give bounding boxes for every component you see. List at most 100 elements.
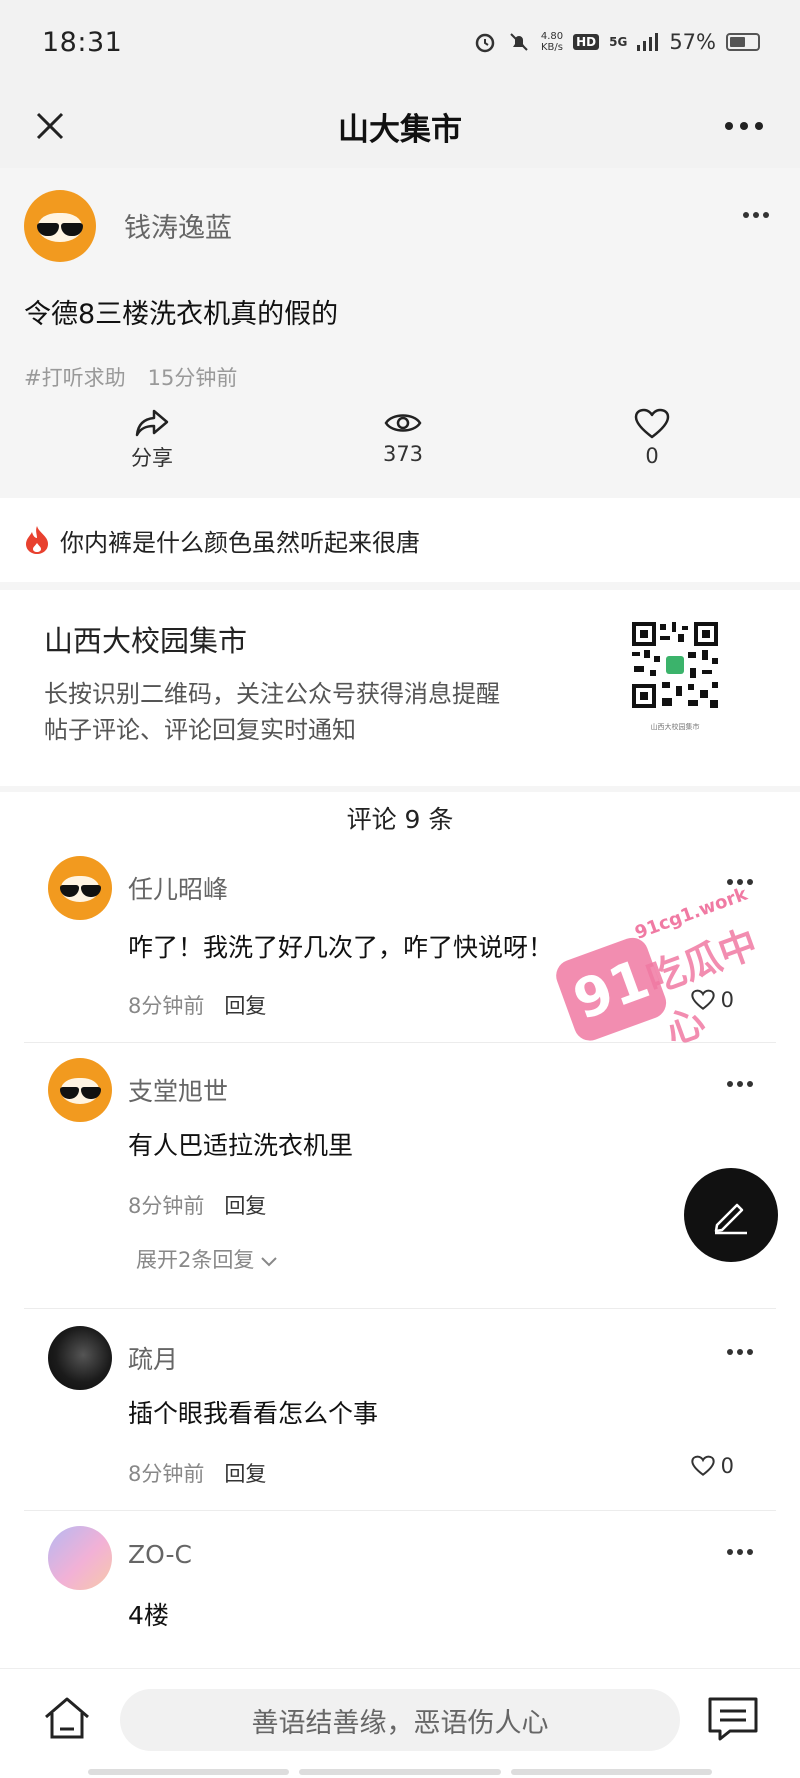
battery-icon: [726, 33, 760, 51]
avatar[interactable]: [48, 856, 112, 920]
comment-more-button[interactable]: [726, 1334, 754, 1362]
status-bar: 18:31 4.80 KB/s HD 5G 57%: [0, 0, 800, 84]
post-meta: #打听求助 15分钟前: [24, 362, 237, 392]
comment-time: 8分钟前: [128, 1462, 205, 1486]
comments-count: 评论 9 条: [346, 805, 454, 834]
reply-button[interactable]: 回复: [224, 1190, 266, 1220]
comment-input[interactable]: 善语结善缘，恶语伤人心: [120, 1689, 680, 1751]
qr-code-icon[interactable]: [630, 620, 720, 710]
page-title: 山大集市: [338, 111, 462, 148]
comment-more-button[interactable]: [726, 1534, 754, 1562]
divider: [0, 582, 800, 590]
share-button[interactable]: 分享: [92, 408, 212, 472]
share-label: 分享: [131, 446, 173, 470]
comment-text: 有人巴适拉洗衣机里: [128, 1131, 354, 1160]
pencil-icon: [714, 1203, 747, 1235]
comment-author[interactable]: 任儿昭峰: [128, 870, 228, 906]
post-card: 钱涛逸蓝 令德8三楼洗衣机真的假的 #打听求助 15分钟前 分享 373 0: [0, 168, 800, 498]
divider: [0, 786, 800, 792]
comment-divider: [24, 1510, 776, 1511]
comment-divider: [24, 1308, 776, 1309]
top-nav: 山大集市: [0, 84, 800, 168]
post-tag[interactable]: #打听求助: [24, 362, 126, 392]
comment-time: 8分钟前: [128, 1194, 205, 1218]
heart-icon: [690, 1455, 715, 1476]
more-button[interactable]: [718, 102, 770, 150]
more-icon: [727, 1349, 753, 1355]
avatar[interactable]: [24, 190, 96, 262]
post-author[interactable]: 钱涛逸蓝: [124, 206, 232, 245]
status-time: 18:31: [42, 26, 123, 58]
comment-more-button[interactable]: [726, 1066, 754, 1094]
comment-likes: 0: [720, 988, 734, 1012]
more-icon: [727, 1549, 753, 1555]
chat-icon[interactable]: [706, 1693, 760, 1745]
avatar[interactable]: [48, 1326, 112, 1390]
comment-meta: 8分钟前 回复: [128, 990, 266, 1020]
bottom-bar: 善语结善缘，恶语伤人心: [0, 1668, 800, 1778]
comment-item: ZO-C 4楼: [0, 1526, 800, 1656]
post-time: 15分钟前: [147, 366, 238, 390]
comment-item: 疏月 插个眼我看看怎么个事 8分钟前 回复 0: [0, 1326, 800, 1506]
hot-topic-text: 你内裤是什么颜色虽然听起来很唐: [60, 528, 420, 557]
avatar[interactable]: [48, 1058, 112, 1122]
post-actions: 分享 373 0: [0, 408, 800, 488]
comment-divider: [24, 1042, 776, 1043]
comment-more-button[interactable]: [726, 864, 754, 892]
more-icon: [725, 122, 763, 130]
promo-line-2: 帖子评论、评论回复实时通知: [44, 716, 356, 744]
alarm-icon: [475, 33, 495, 53]
more-icon: [727, 1081, 753, 1087]
share-icon: [135, 409, 169, 437]
comment-text: 咋了！我洗了好几次了，咋了快说呀！: [128, 933, 554, 962]
scroll-indicator: [88, 1769, 712, 1775]
comment-time: 8分钟前: [128, 994, 205, 1018]
eye-icon: [384, 414, 422, 432]
close-icon: [36, 112, 64, 140]
comment-text: 4楼: [128, 1601, 169, 1630]
reply-button[interactable]: 回复: [224, 990, 266, 1020]
post-title: 令德8三楼洗衣机真的假的: [24, 299, 339, 330]
comment-meta: 8分钟前 回复: [128, 1458, 266, 1488]
comment-author[interactable]: 疏月: [128, 1340, 178, 1376]
hd-badge: HD: [573, 34, 600, 50]
battery-percent: 57%: [669, 30, 716, 54]
home-icon[interactable]: [42, 1693, 92, 1743]
comment-like-button[interactable]: 0: [690, 988, 734, 1012]
chevron-down-icon: [261, 1257, 277, 1267]
likes-number: 0: [645, 444, 659, 468]
avatar[interactable]: [48, 1526, 112, 1590]
promo-line-1: 长按识别二维码，关注公众号获得消息提醒: [44, 680, 500, 708]
signal-icon: [637, 33, 659, 51]
comment-text: 插个眼我看看怎么个事: [128, 1399, 379, 1428]
views-number: 373: [382, 442, 424, 466]
comment-item: 支堂旭世 有人巴适拉洗衣机里 8分钟前 回复 展开2条回复: [0, 1058, 800, 1288]
qr-caption: 山西大校园集市: [650, 723, 700, 731]
more-icon: [727, 879, 753, 885]
comment-author[interactable]: ZO-C: [128, 1540, 192, 1569]
heart-icon: [634, 408, 670, 439]
like-button[interactable]: 0: [592, 408, 712, 468]
mute-icon: [510, 33, 528, 51]
comment-like-button[interactable]: 0: [690, 1454, 734, 1478]
heart-icon: [690, 989, 715, 1010]
expand-replies-label: 展开2条回复: [136, 1248, 255, 1272]
comment-item: 任儿昭峰 咋了！我洗了好几次了，咋了快说呀！ 8分钟前 回复 0: [0, 856, 800, 1036]
comment-likes: 0: [720, 1454, 734, 1478]
views-count: 373: [343, 408, 463, 466]
compose-button[interactable]: [684, 1168, 778, 1262]
expand-replies-button[interactable]: 展开2条回复: [136, 1244, 277, 1274]
promo-card: 山西大校园集市 长按识别二维码，关注公众号获得消息提醒 帖子评论、评论回复实时通…: [0, 590, 800, 786]
hot-topic[interactable]: 你内裤是什么颜色虽然听起来很唐: [0, 498, 800, 582]
close-button[interactable]: [26, 102, 74, 150]
post-more-button[interactable]: [742, 196, 770, 226]
promo-title: 山西大校园集市: [44, 624, 248, 658]
network-label: 5G: [609, 35, 628, 49]
net-speed: 4.80 KB/s: [540, 31, 564, 53]
comment-meta: 8分钟前 回复: [128, 1190, 266, 1220]
reply-button[interactable]: 回复: [224, 1458, 266, 1488]
comment-author[interactable]: 支堂旭世: [128, 1072, 228, 1108]
flame-icon: [26, 526, 48, 554]
status-icons: 4.80 KB/s HD 5G 57%: [473, 30, 760, 54]
more-icon: [743, 212, 769, 218]
